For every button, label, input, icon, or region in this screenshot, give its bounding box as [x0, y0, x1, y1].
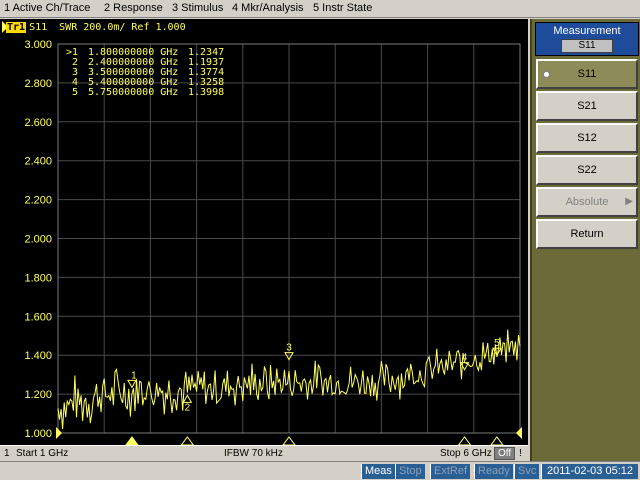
status-meas: Meas [361, 464, 395, 479]
y-tick-label: 2.400 [24, 156, 52, 168]
softkey-label: Absolute [565, 196, 609, 208]
power-off-badge[interactable]: Off [494, 447, 516, 460]
menu-mkr-analysis[interactable]: 4 Mkr/Analysis [232, 2, 304, 14]
trace-header: Tr1 S11 SWR 200.0m/ Ref 1.000 [6, 22, 186, 33]
plot-area: 3.000 2.800 2.600 2.400 2.200 2.000 1.800 1.600… [0, 19, 528, 445]
marker-id: 5 [66, 87, 79, 98]
y-tick-label: 2.600 [24, 117, 52, 129]
y-tick-label: 1.200 [24, 389, 52, 401]
softkey-s21[interactable]: S21 [536, 91, 638, 121]
marker-label: 3 [286, 343, 292, 354]
softkey-absolute[interactable]: Absolute ▶ [536, 187, 638, 217]
y-tick-label: 1.400 [24, 350, 52, 362]
marker-axis-indicator [282, 436, 296, 445]
y-tick-label: 3.000 [24, 39, 52, 51]
y-tick-label: 1.600 [24, 311, 52, 323]
start-frequency[interactable]: Start 1 GHz [16, 448, 68, 459]
marker-table: >1 1.800000000 GHz 1.2347 2 2.400000000 GHz… [66, 48, 234, 98]
instrument-status-bar: Meas Stop ExtRef Ready Svc 2011-02-03 05… [0, 461, 640, 480]
status-stop: Stop [395, 464, 425, 479]
softkey-label: S21 [577, 100, 597, 112]
y-tick-label: 2.000 [24, 234, 52, 246]
y-tick-label: 2.200 [24, 195, 52, 207]
marker-row: 5 5.750000000 GHz 1.3998 [66, 88, 234, 98]
softkey-menu-title: Measurement S11 [535, 22, 639, 56]
menu-response[interactable]: 2 Response [104, 2, 163, 14]
menu-bar: 1 Active Ch/Trace 2 Response 3 Stimulus … [0, 0, 640, 18]
channel-status-bar: 1 Start 1 GHz IFBW 70 kHz Stop 6 GHz Off… [0, 445, 528, 461]
submenu-arrow-icon: ▶ [625, 196, 633, 207]
status-svc: Svc [514, 464, 540, 479]
marker-label: 4 [462, 353, 468, 364]
menu-stimulus[interactable]: 3 Stimulus [172, 2, 223, 14]
softkey-label: S11 [577, 68, 597, 80]
status-datetime: 2011-02-03 05:12 [541, 464, 638, 479]
softkey-s11[interactable]: S11 [536, 59, 638, 89]
marker-triangle [127, 379, 137, 389]
marker-axis-indicator [180, 436, 194, 445]
softkey-label: Return [570, 228, 604, 240]
softkey-label: S22 [577, 164, 597, 176]
menu-instr-state[interactable]: 5 Instr State [313, 2, 372, 14]
reference-arrow-icon [56, 427, 62, 439]
menu-active-ch-trace[interactable]: 1 Active Ch/Trace [4, 2, 90, 14]
marker-label: 5 [494, 338, 500, 349]
softkey-s12[interactable]: S12 [536, 123, 638, 153]
status-extref: ExtRef [430, 464, 471, 479]
marker-label: 2 [185, 402, 191, 413]
marker-value: 1.3998 [188, 87, 225, 98]
softkey-return[interactable]: Return [536, 219, 638, 249]
softkey-s22[interactable]: S22 [536, 155, 638, 185]
warning-indicator: ! [519, 448, 522, 459]
reference-arrow-icon [516, 427, 522, 439]
marker-triangle [182, 394, 193, 403]
marker-axis-indicator [490, 436, 504, 445]
marker-axis-indicator [457, 436, 472, 445]
trace-format: S11 SWR 200.0m/ Ref 1.000 [29, 22, 186, 33]
marker-axis-indicator [125, 436, 139, 445]
status-ready: Ready [474, 464, 513, 479]
softkey-panel: Measurement S11 S11 S21 S12 S22 Absolute… [530, 19, 640, 461]
softkey-label: S12 [577, 132, 597, 144]
if-bandwidth[interactable]: IFBW 70 kHz [224, 448, 283, 459]
y-tick-label: 1.800 [24, 272, 52, 284]
y-tick-label: 1.000 [24, 428, 52, 440]
y-tick-label: 2.800 [24, 78, 52, 90]
softkey-title-label: Measurement [553, 25, 621, 37]
marker-frequency: 5.750000000 GHz [88, 87, 179, 98]
stop-frequency[interactable]: Stop 6 GHz [440, 448, 492, 459]
radio-selected-icon [543, 71, 550, 78]
channel-number: 1 [4, 448, 10, 459]
trace-tag[interactable]: Tr1 [6, 22, 27, 33]
marker-label: 1 [131, 370, 137, 381]
softkey-current-value: S11 [561, 39, 613, 53]
